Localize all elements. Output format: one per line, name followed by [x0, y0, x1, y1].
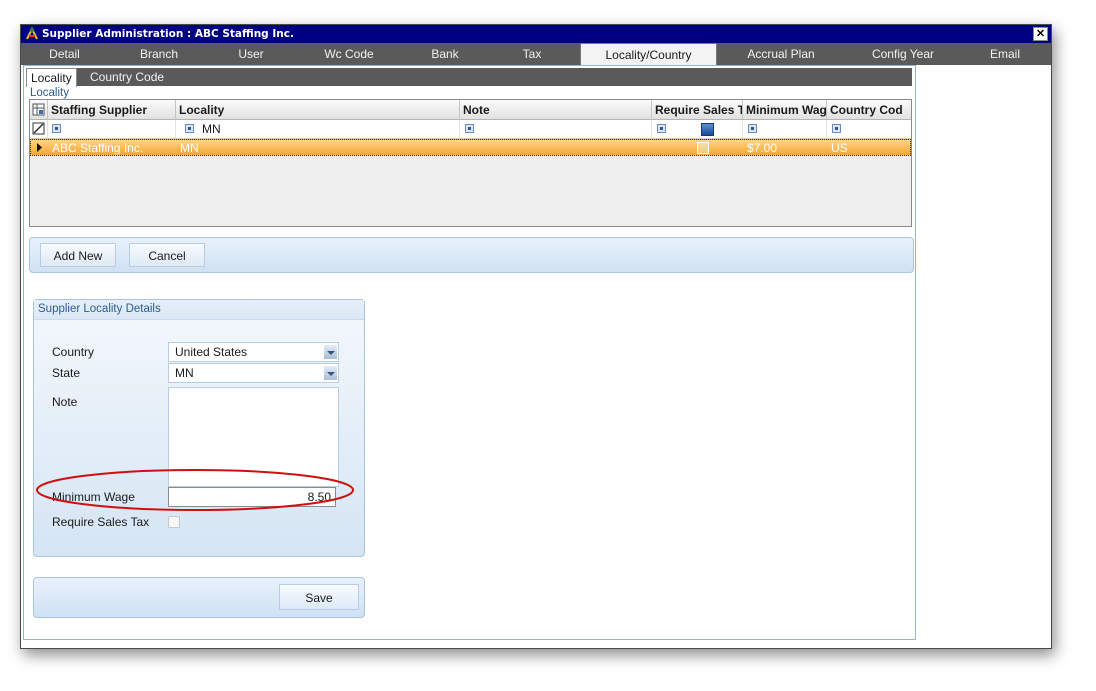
- window-title: Supplier Administration : ABC Staffing I…: [42, 28, 294, 40]
- clear-filter-icon[interactable]: [30, 120, 48, 138]
- cell-locality: MN: [180, 141, 199, 155]
- tab-bank[interactable]: Bank: [406, 43, 484, 65]
- chevron-down-icon[interactable]: [324, 366, 337, 380]
- save-button[interactable]: Save: [279, 584, 359, 610]
- state-label: State: [52, 366, 81, 380]
- filter-note[interactable]: [460, 120, 652, 138]
- column-chooser-icon[interactable]: [30, 100, 48, 120]
- tab-wc-code[interactable]: Wc Code: [292, 43, 406, 65]
- row-selector-icon[interactable]: [31, 140, 49, 155]
- minimum-wage-field[interactable]: 8.50: [168, 487, 336, 507]
- filter-minimum-wage[interactable]: [743, 120, 827, 138]
- main-tab-bar: Detail Branch User Wc Code Bank Tax Loca…: [21, 43, 1051, 67]
- grid-button-bar: Add New Cancel: [29, 237, 914, 273]
- filter-row: MN: [30, 120, 911, 139]
- cell-minimum-wage: $7.00: [747, 141, 778, 155]
- subtab-country-code[interactable]: Country Code: [86, 68, 168, 86]
- app-icon: [26, 27, 38, 40]
- header-note[interactable]: Note: [460, 100, 652, 120]
- header-country-code[interactable]: Country Cod: [827, 100, 911, 120]
- header-require-sales-tax[interactable]: Require Sales T: [652, 100, 743, 120]
- close-icon[interactable]: ✕: [1033, 27, 1048, 41]
- tab-accrual-plan[interactable]: Accrual Plan: [715, 43, 847, 65]
- panel-title: Supplier Locality Details: [34, 300, 364, 320]
- filter-require-sales-tax[interactable]: [652, 120, 743, 138]
- table-row[interactable]: ABC Staffing Inc. MN $7.00 US: [30, 139, 911, 156]
- cancel-button[interactable]: Cancel: [129, 243, 205, 267]
- cell-note: [461, 140, 653, 156]
- supplier-locality-details-panel: Supplier Locality Details Country United…: [33, 299, 365, 557]
- add-new-button[interactable]: Add New: [40, 243, 116, 267]
- title-bar[interactable]: Supplier Administration : ABC Staffing I…: [21, 25, 1051, 43]
- sub-tab-bar: Locality Country Code: [26, 68, 912, 87]
- filter-locality-value: MN: [202, 122, 221, 136]
- cell-require-sales-tax[interactable]: [653, 140, 744, 156]
- filter-staffing-supplier[interactable]: [48, 120, 176, 138]
- cell-country-code: US: [831, 141, 848, 155]
- minimum-wage-value: 8.50: [307, 490, 331, 504]
- state-select[interactable]: MN: [168, 363, 339, 383]
- save-button-bar: Save: [33, 577, 365, 618]
- note-field[interactable]: [168, 387, 339, 487]
- tab-branch[interactable]: Branch: [108, 43, 210, 65]
- supplier-admin-window: Supplier Administration : ABC Staffing I…: [20, 24, 1052, 649]
- locality-grid: Staffing Supplier Locality Note Require …: [29, 99, 912, 227]
- tab-email[interactable]: Email: [959, 43, 1051, 65]
- tab-tax[interactable]: Tax: [484, 43, 580, 65]
- header-minimum-wage[interactable]: Minimum Wag: [743, 100, 827, 120]
- require-sales-tax-label: Require Sales Tax: [52, 515, 150, 529]
- filter-require-sales-tax-check[interactable]: [701, 123, 714, 136]
- chevron-down-icon[interactable]: [324, 345, 337, 359]
- cell-staffing-supplier: ABC Staffing Inc.: [52, 141, 144, 155]
- country-value: United States: [175, 345, 248, 359]
- minimum-wage-label: Minimum Wage: [52, 490, 135, 504]
- note-label: Note: [52, 395, 78, 409]
- filter-locality[interactable]: MN: [176, 120, 460, 138]
- locality-country-panel: Locality Country Code Locality Staffing …: [23, 65, 916, 640]
- filter-country-code[interactable]: [827, 120, 911, 138]
- tab-config-year[interactable]: Config Year: [847, 43, 959, 65]
- header-locality[interactable]: Locality: [176, 100, 460, 120]
- state-value: MN: [175, 366, 194, 380]
- require-sales-tax-checkbox[interactable]: [168, 516, 180, 528]
- locality-group-label: Locality: [30, 87, 69, 99]
- country-label: Country: [52, 345, 95, 359]
- country-select[interactable]: United States: [168, 342, 339, 362]
- header-staffing-supplier[interactable]: Staffing Supplier: [48, 100, 176, 120]
- subtab-locality[interactable]: Locality: [26, 68, 77, 87]
- tab-user[interactable]: User: [210, 43, 292, 65]
- tab-locality-country[interactable]: Locality/Country: [580, 43, 717, 67]
- tab-detail[interactable]: Detail: [21, 43, 108, 65]
- require-sales-tax-checkbox[interactable]: [697, 142, 709, 154]
